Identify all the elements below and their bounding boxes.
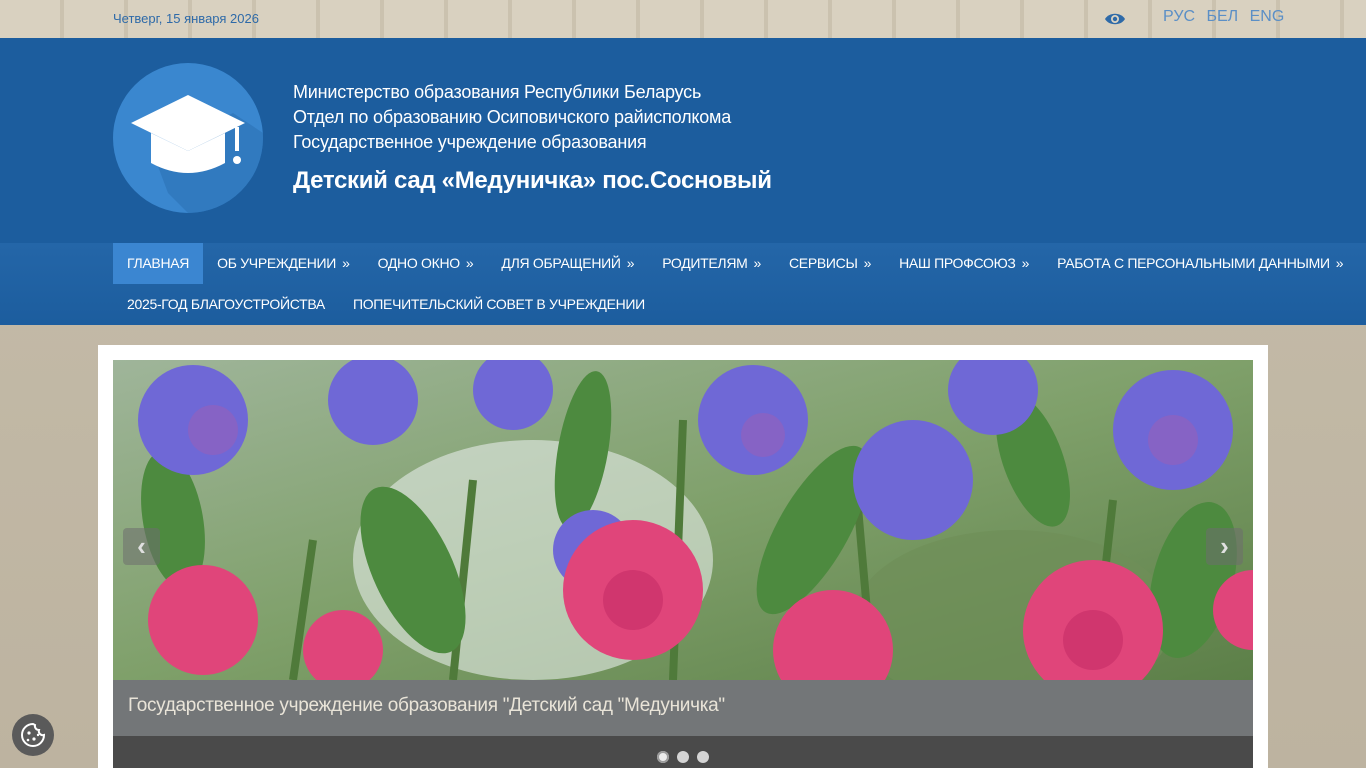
ministry-line: Министерство образования Республики Бела…: [293, 82, 702, 102]
graduation-cap-icon: [131, 95, 263, 213]
slider-dot-3[interactable]: [697, 751, 709, 763]
nav-item-improvement-year[interactable]: 2025-год благоустройства: [113, 284, 339, 325]
nav-item-home[interactable]: Главная: [113, 243, 204, 284]
lang-ru[interactable]: РУС: [1163, 8, 1195, 25]
nav-row-2: 2025-год благоустройства Попечительский …: [113, 284, 659, 325]
nav-row-1: Главная Об учреждении» Одно окно» Для об…: [113, 243, 1357, 284]
cookie-settings-button[interactable]: [12, 714, 54, 756]
nav-item-services[interactable]: Сервисы»: [775, 243, 885, 284]
slider-next-button[interactable]: ›: [1206, 528, 1243, 565]
nav-item-union[interactable]: Наш профсоюз»: [885, 243, 1043, 284]
nav-item-appeals[interactable]: Для обращений»: [487, 243, 648, 284]
lang-en[interactable]: ENG: [1250, 8, 1285, 25]
site-header: Министерство образования Республики Бела…: [0, 38, 1366, 243]
nav-item-board-of-trustees[interactable]: Попечительский совет в учреждении: [339, 284, 659, 325]
top-bar: Четверг, 15 января 2026 РУС БЕЛ ENG: [0, 0, 1366, 38]
nav-arrow: »: [465, 255, 474, 271]
slider-dot-2[interactable]: [677, 751, 689, 763]
lang-be[interactable]: БЕЛ: [1207, 8, 1239, 25]
site-logo[interactable]: [113, 63, 263, 213]
language-switcher: РУС БЕЛ ENG: [1163, 8, 1291, 26]
eye-icon[interactable]: [1104, 10, 1126, 28]
slide-caption-text: Государственное учреждение образования "…: [128, 695, 725, 716]
main-nav: Главная Об учреждении» Одно окно» Для об…: [0, 243, 1366, 325]
image-slider: ‹ › Государственное учреждение образован…: [113, 360, 1253, 768]
nav-arrow: »: [342, 255, 350, 271]
slide-caption: Государственное учреждение образования "…: [113, 680, 1253, 736]
nav-arrow: »: [753, 255, 762, 271]
nav-arrow: »: [1021, 255, 1030, 271]
nav-item-one-window[interactable]: Одно окно»: [364, 243, 488, 284]
nav-item-about[interactable]: Об учреждении»: [203, 243, 363, 284]
nav-item-personal-data[interactable]: Работа с персональными данными»: [1043, 243, 1357, 284]
nav-item-parents[interactable]: Родителям»: [648, 243, 775, 284]
slider-dot-1[interactable]: [657, 751, 669, 763]
cookie-icon: [21, 722, 46, 747]
header-text: Министерство образования Республики Бела…: [293, 80, 772, 195]
institution-type-line: Государственное учреждение образования: [293, 132, 647, 152]
nav-arrow: »: [626, 255, 635, 271]
slider-prev-button[interactable]: ‹: [123, 528, 160, 565]
slider-pagination: [113, 736, 1253, 768]
department-line: Отдел по образованию Осиповичского райис…: [293, 107, 732, 127]
site-title[interactable]: Детский сад «Медуничка» пос.Сосновый: [293, 167, 772, 195]
nav-arrow: »: [1335, 255, 1344, 271]
nav-arrow: »: [863, 255, 872, 271]
current-date: Четверг, 15 января 2026: [113, 11, 259, 26]
slide-image-flowers: [113, 360, 1253, 680]
